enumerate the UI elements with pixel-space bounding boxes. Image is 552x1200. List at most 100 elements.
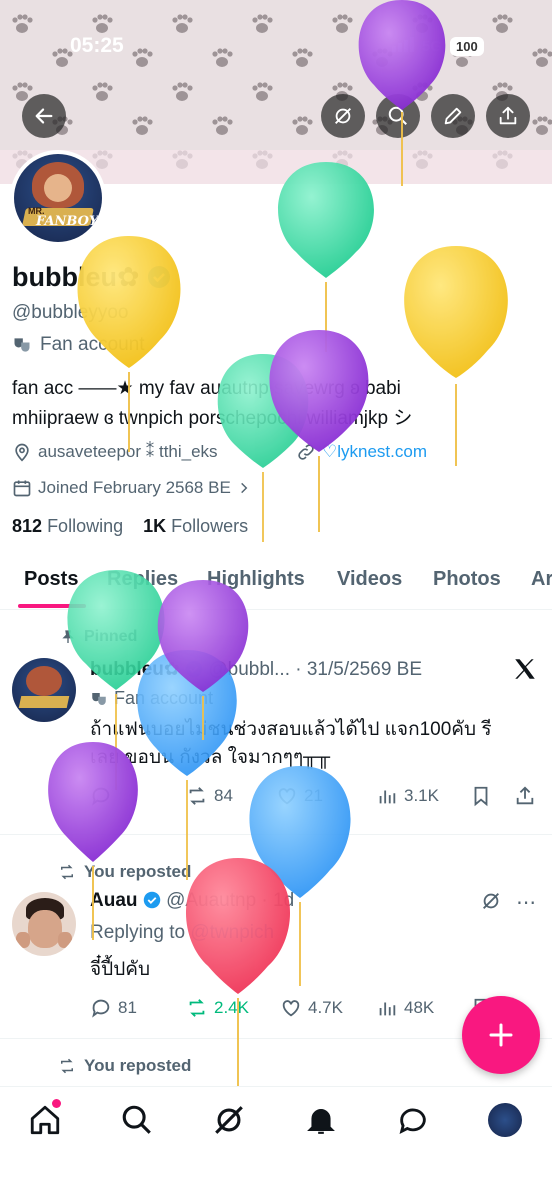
repost-icon [61,864,73,880]
pinned-label: Pinned [84,628,138,645]
tweet-author-name[interactable]: bubbleu✿ [90,659,180,680]
tab-highlights[interactable]: Highlights [207,568,305,591]
reply-button[interactable]: 81 [90,997,137,1019]
home-icon[interactable] [28,1103,62,1137]
profile-bio: fan acc ——★ my fav auautnp savewrg ʚ bab… [12,374,542,434]
grok-icon[interactable] [480,890,502,917]
profile-avatar[interactable]: MR. FANBOY [10,150,106,246]
search-icon[interactable] [120,1103,154,1137]
share-tweet-button[interactable] [514,785,536,807]
repost-count: 2.4K [214,998,249,1017]
bio-line-2: mhiipraew ɞ twnpich porschepochi william… [12,408,413,429]
share-button[interactable] [486,94,530,138]
tweet-handle-time: @Auautnp · 1d [166,890,295,911]
account-label-text: Fan account [40,334,145,355]
tab-photos[interactable]: Photos [433,568,501,591]
followers-label: Followers [171,516,249,536]
location-text: ausaveteepor ⁑ tthi_eks [38,442,218,461]
masks-icon [14,338,30,352]
notifications-icon[interactable] [304,1103,338,1137]
views-button[interactable]: 48K [376,997,434,1019]
status-indicators: 5G 100 [392,36,484,56]
following-link[interactable]: 812 Following [12,516,123,536]
network-label: 5G [422,37,443,55]
display-name: bubbleu✿ [12,262,171,293]
bookmark-button[interactable] [470,785,492,807]
search-icon [388,106,407,125]
reply-button[interactable] [90,785,112,807]
views-button[interactable]: 3.1K [376,785,439,807]
pin-icon [62,630,74,643]
tweet-sublabel-text: Fan account [114,688,214,708]
profile-handle: @bubbleyyoo [12,302,129,323]
x-logo-icon [512,656,538,687]
repost-count: 84 [214,786,233,805]
views-icon [379,790,396,804]
followers-count: 1K [143,516,167,536]
tab-replies[interactable]: Replies [107,568,178,591]
following-label: Following [47,516,124,536]
tab-articles[interactable]: Ar [531,568,552,591]
link-icon [298,444,314,460]
verified-badge-icon [143,891,161,909]
grok-icon [335,108,351,124]
location-pin-icon [15,443,29,462]
chevron-right-icon [240,482,248,494]
followers-link[interactable]: 1K Followers [143,516,248,536]
bookmark-icon [474,786,488,807]
replying-to: Replying to @twnpich [90,922,274,944]
bottom-navigation [0,1086,552,1200]
reply-icon [92,787,110,806]
messages-icon[interactable] [396,1103,430,1137]
repost-icon [61,1058,73,1074]
replying-to-handle[interactable]: @twnpich [190,922,274,943]
repost-icon [189,999,205,1017]
reply-count: 81 [118,998,137,1017]
tweet-divider [0,834,552,835]
repost-label: You reposted [84,862,192,881]
compose-button[interactable] [462,996,540,1074]
tweet-handle-time: @bubbl... · 31/5/2569 BE [208,659,423,680]
notification-dot [52,1099,61,1108]
grok-icon[interactable] [212,1103,246,1137]
profile-location: ausaveteepor ⁑ tthi_eks [12,442,218,462]
search-button[interactable] [376,94,420,138]
like-button[interactable]: 4.7K [280,997,343,1019]
tweet-avatar[interactable] [12,892,76,956]
heart-icon [278,788,296,805]
grok-button[interactable] [321,94,365,138]
like-count: 4.7K [308,998,343,1017]
tweet-avatar[interactable] [12,658,76,722]
repost-button[interactable]: 84 [186,785,233,807]
status-time: 05:25 [70,34,124,57]
avatar-text: FANBOY [36,214,99,229]
profile-joined[interactable]: Joined February 2568 BE [12,478,251,498]
tweet-text: จี๋ปี้ปคับ [90,959,151,980]
heart-icon [282,1000,300,1017]
bio-line-1: fan acc ——★ my fav auautnp savewrg ʚ bab… [12,378,401,399]
profile-avatar[interactable] [488,1103,522,1137]
account-label: Fan account [12,334,145,356]
views-icon [379,1002,396,1016]
balloon [278,162,374,352]
reply-icon [92,999,110,1018]
tab-posts[interactable]: Posts [24,568,78,591]
pinned-indicator: Pinned [60,628,137,646]
repost-icon [189,787,205,805]
like-button[interactable]: 21 [276,785,323,807]
like-count: 21 [304,786,323,805]
tweet-author-name[interactable]: Auau [90,890,138,911]
follow-stats: 812 Following 1K Followers [12,516,248,537]
back-button[interactable] [22,94,66,138]
active-tab-indicator [18,604,86,608]
tab-videos[interactable]: Videos [337,568,402,591]
website-link[interactable]: ♡lyknest.com [322,442,427,462]
plus-icon [489,1023,513,1047]
edit-button[interactable] [431,94,475,138]
profile-tabs: Posts Replies Highlights Videos Photos A… [0,562,552,610]
verified-badge-icon [148,266,171,288]
repost-indicator: You reposted [58,1056,191,1076]
more-options-icon[interactable]: ⋯ [516,890,536,915]
profile-website[interactable]: ♡lyknest.com [296,442,427,462]
repost-button[interactable]: 2.4K [186,997,249,1019]
